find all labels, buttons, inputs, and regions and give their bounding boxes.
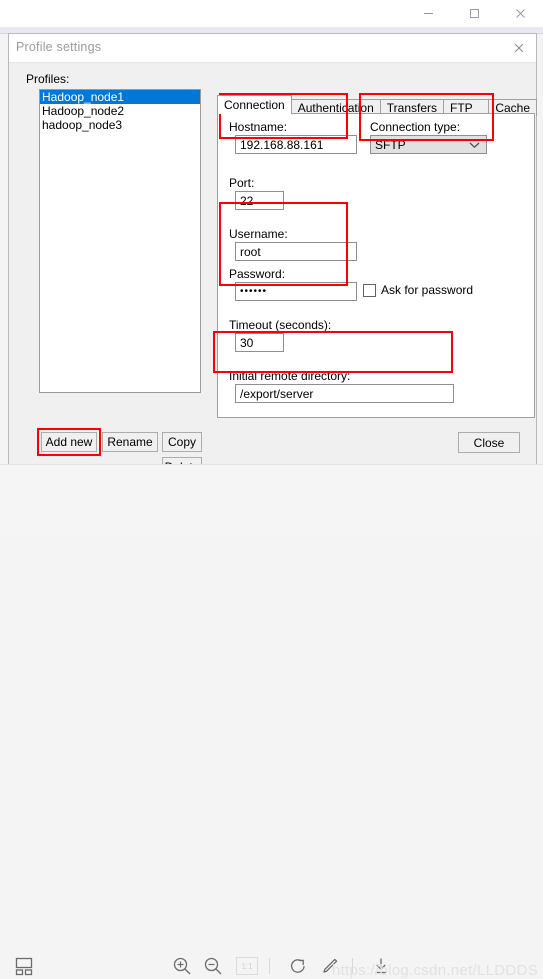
dialog-close-icon[interactable]	[506, 38, 532, 58]
profiles-label: Profiles:	[26, 72, 70, 86]
initial-remote-directory-input[interactable]: /export/server	[235, 384, 454, 403]
zoom-in-icon[interactable]	[172, 956, 192, 976]
zoom-out-icon[interactable]	[203, 956, 223, 976]
password-label: Password:	[229, 267, 286, 281]
hostname-label: Hostname:	[229, 120, 288, 134]
chevron-down-icon	[469, 138, 480, 152]
password-input[interactable]: ••••••	[235, 282, 357, 301]
watermark-text: https://blog.csdn.net/LLDDDS	[332, 962, 539, 979]
close-button[interactable]	[497, 0, 543, 27]
layout-gallery-icon[interactable]	[14, 956, 36, 976]
connection-type-select[interactable]: SFTP	[370, 135, 487, 154]
username-input[interactable]: root	[235, 242, 357, 261]
viewer-titlebar	[0, 0, 543, 27]
hostname-input[interactable]: 192.168.88.161	[235, 135, 357, 154]
list-item[interactable]: Hadoop_node2	[40, 104, 200, 118]
connection-type-value: SFTP	[375, 137, 406, 152]
close-dialog-button[interactable]: Close	[458, 432, 520, 453]
profiles-listbox[interactable]: Hadoop_node1 Hadoop_node2 hadoop_node3	[39, 89, 201, 393]
connection-type-label: Connection type:	[370, 120, 461, 134]
timeout-label: Timeout (seconds):	[229, 318, 332, 332]
viewer-toolbar: 1:1 https://blog.csdn.net/LLDDDS	[0, 464, 543, 979]
connection-tab-panel: Hostname: 192.168.88.161 Connection type…	[217, 113, 535, 418]
dialog-body: Profile settings Profiles: Hadoop_node1 …	[9, 34, 537, 477]
maximize-button[interactable]	[451, 0, 497, 27]
ask-for-password-label: Ask for password	[381, 283, 474, 297]
screenshot-root: Profile settings Profiles: Hadoop_node1 …	[0, 0, 543, 979]
page-title: Profile settings	[16, 40, 102, 54]
actual-size-button[interactable]: 1:1	[236, 957, 258, 975]
rotate-right-icon[interactable]	[288, 956, 308, 976]
add-new-button[interactable]: Add new	[41, 432, 97, 452]
profile-settings-dialog: Profile settings Profiles: Hadoop_node1 …	[8, 33, 537, 477]
window-controls	[405, 0, 543, 27]
ask-for-password-checkbox[interactable]: Ask for password	[363, 283, 473, 297]
rename-button[interactable]: Rename	[102, 432, 158, 452]
tab-connection[interactable]: Connection	[217, 95, 292, 114]
timeout-input[interactable]: 30	[235, 333, 284, 352]
copy-button[interactable]: Copy	[162, 432, 202, 452]
list-item[interactable]: hadoop_node3	[40, 118, 200, 132]
settings-tabs: Connection Authentication Transfers FTP …	[217, 95, 537, 132]
checkbox-box-icon	[363, 283, 376, 297]
minimize-button[interactable]	[405, 0, 451, 27]
port-input[interactable]: 22	[235, 191, 284, 210]
toolbar-divider	[269, 958, 270, 974]
list-item[interactable]: Hadoop_node1	[40, 90, 200, 104]
port-label: Port:	[229, 176, 255, 190]
username-label: Username:	[229, 227, 288, 241]
initial-remote-directory-label: Initial remote directory:	[229, 369, 351, 383]
